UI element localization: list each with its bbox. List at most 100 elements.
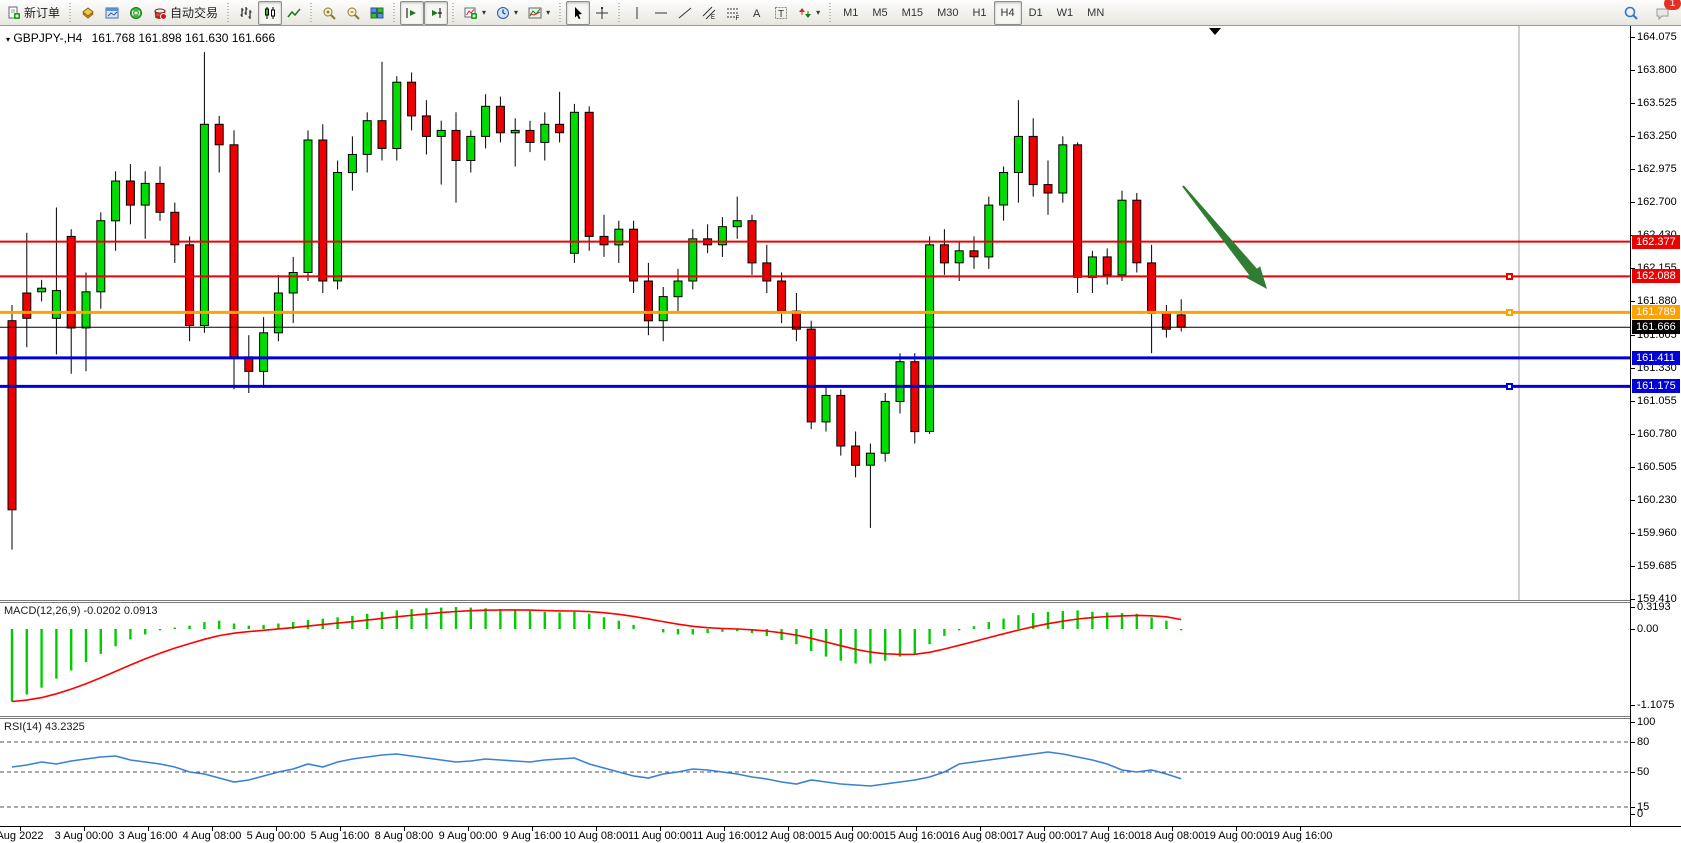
- timeframe-m5-button-label: M5: [872, 7, 887, 19]
- market-watch-button[interactable]: [76, 1, 100, 25]
- candle: [1103, 248, 1111, 284]
- time-axis-label: 18 Aug 08:00: [1140, 830, 1205, 842]
- search-button[interactable]: [1619, 1, 1643, 25]
- candle: [171, 203, 179, 263]
- text-label-icon: T: [774, 6, 788, 20]
- time-axis-label: 15 Aug 00:00: [820, 830, 885, 842]
- rsi-tick: [1631, 772, 1635, 773]
- rsi-pane[interactable]: [0, 719, 1630, 826]
- zoom-out-button[interactable]: [341, 1, 365, 25]
- chart-shift-button[interactable]: [424, 1, 448, 25]
- horizontal-line-button[interactable]: [649, 1, 673, 25]
- chart-shift-marker[interactable]: [1209, 28, 1221, 35]
- cursor-button[interactable]: [566, 1, 590, 25]
- price-tick: [1631, 103, 1635, 104]
- candle: [630, 221, 638, 293]
- auto-scroll-button[interactable]: [400, 1, 424, 25]
- timeframe-m30-button[interactable]: M30: [930, 1, 965, 25]
- rsi-axis-label: 80: [1637, 736, 1649, 748]
- timeframe-m15-button[interactable]: M15: [895, 1, 930, 25]
- price-tick: [1631, 169, 1635, 170]
- navigator-button[interactable]: [100, 1, 124, 25]
- auto-trading-button[interactable]: 自动交易: [148, 1, 223, 25]
- zoom-in-icon: [322, 6, 336, 20]
- candle: [1148, 245, 1156, 353]
- toolbar-separator: [450, 3, 457, 23]
- candle: [274, 275, 282, 341]
- price-tick: [1631, 70, 1635, 71]
- trendline-button[interactable]: [673, 1, 697, 25]
- bar-chart-button[interactable]: [234, 1, 258, 25]
- level-drag-handle[interactable]: [1506, 309, 1513, 316]
- toolbar-separator: [557, 3, 564, 23]
- ohlc-quote-label: 161.768 161.898 161.630 161.666: [92, 31, 276, 45]
- zoom-out-icon: [346, 6, 360, 20]
- timeframe-m5-button[interactable]: M5: [865, 1, 894, 25]
- time-axis-label: 16 Aug 08:00: [948, 830, 1013, 842]
- main-chart-pane[interactable]: [0, 26, 1630, 601]
- equidistant-channel-button[interactable]: E: [697, 1, 721, 25]
- time-axis-label: 8 Aug 08:00: [375, 830, 434, 842]
- crosshair-button[interactable]: [590, 1, 614, 25]
- rsi-axis-label: 100: [1637, 716, 1655, 728]
- notifications-button[interactable]: 1: [1651, 1, 1675, 25]
- level-price-tag: 162.088: [1632, 269, 1680, 283]
- time-axis-label: 11 Aug 00:00: [628, 830, 692, 842]
- line-chart-icon: [287, 6, 301, 20]
- price-axis-label: 162.700: [1637, 196, 1677, 208]
- auto-trading-icon: [153, 6, 167, 20]
- zoom-in-button[interactable]: [317, 1, 341, 25]
- chevron-down-icon: ▾: [546, 8, 550, 17]
- trendline-icon: [678, 6, 692, 20]
- new-order-button[interactable]: 新订单: [2, 1, 65, 25]
- chart-title: ▾ GBPJPY-,H4 161.768 161.898 161.630 161…: [6, 31, 275, 45]
- price-axis-label: 159.685: [1637, 560, 1677, 572]
- tile-windows-button[interactable]: [365, 1, 389, 25]
- rsi-tick: [1631, 722, 1635, 723]
- timeframe-w1-button[interactable]: W1: [1050, 1, 1081, 25]
- arrows-button[interactable]: ▾: [793, 1, 825, 25]
- candle: [112, 171, 120, 251]
- price-axis[interactable]: 164.075163.800163.525163.250162.975162.7…: [1630, 26, 1681, 826]
- price-axis-label: 163.250: [1637, 130, 1677, 142]
- timeframe-m1-button[interactable]: M1: [836, 1, 865, 25]
- price-tick: [1631, 37, 1635, 38]
- trend-arrow-annotation[interactable]: [1182, 185, 1267, 289]
- text-button[interactable]: A: [745, 1, 769, 25]
- signals-button[interactable]: [124, 1, 148, 25]
- timeframe-h4-button[interactable]: H4: [994, 1, 1022, 25]
- templates-button[interactable]: ▾: [523, 1, 555, 25]
- timeframe-d1-button[interactable]: D1: [1022, 1, 1050, 25]
- price-tick: [1631, 467, 1635, 468]
- level-drag-handle[interactable]: [1506, 383, 1513, 390]
- candle: [866, 444, 874, 528]
- toolbar-separator: [616, 3, 623, 23]
- time-axis[interactable]: Aug 20223 Aug 00:003 Aug 16:004 Aug 08:0…: [0, 826, 1681, 843]
- timeframe-mn-button[interactable]: MN: [1080, 1, 1111, 25]
- chevron-down-icon: ▾: [514, 8, 518, 17]
- timeframe-h1-button[interactable]: H1: [965, 1, 993, 25]
- candle: [600, 215, 608, 257]
- price-tick: [1631, 599, 1635, 600]
- periods-icon: [496, 6, 510, 20]
- text-label-button[interactable]: T: [769, 1, 793, 25]
- toolbar-separator: [827, 3, 834, 23]
- candlestick-chart-icon: [263, 6, 277, 20]
- new-order-icon: [7, 6, 21, 20]
- indicators-button[interactable]: ▾: [459, 1, 491, 25]
- time-axis-label: 11 Aug 16:00: [692, 830, 756, 842]
- level-drag-handle[interactable]: [1506, 273, 1513, 280]
- periods-button[interactable]: ▾: [491, 1, 523, 25]
- toolbar-separator: [67, 3, 74, 23]
- candlestick-chart-button[interactable]: [258, 1, 282, 25]
- fibonacci-button[interactable]: F: [721, 1, 745, 25]
- toolbar-separator: [308, 3, 315, 23]
- macd-pane[interactable]: [0, 603, 1630, 717]
- line-chart-button[interactable]: [282, 1, 306, 25]
- vertical-line-button[interactable]: [625, 1, 649, 25]
- rsi-tick: [1631, 807, 1635, 808]
- price-tick: [1631, 434, 1635, 435]
- auto-trading-button-label: 自动交易: [170, 4, 218, 21]
- timeframe-m15-button-label: M15: [902, 7, 923, 19]
- macd-tick: [1631, 705, 1635, 706]
